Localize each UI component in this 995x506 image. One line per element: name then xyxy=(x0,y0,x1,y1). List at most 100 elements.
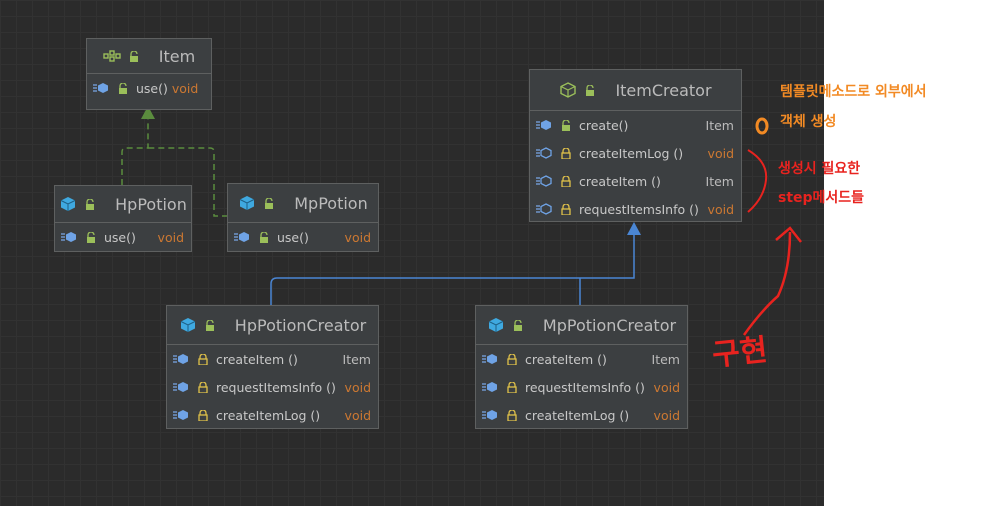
method-icon xyxy=(92,81,110,95)
method-return-type: Item xyxy=(705,173,734,189)
method-return-type: Item xyxy=(705,117,734,133)
mppotion-node-title: MpPotion xyxy=(294,193,368,213)
public-lock-icon xyxy=(114,81,132,95)
method-name: createItem () xyxy=(216,351,298,367)
method-icon xyxy=(233,230,251,244)
method-return-type: Item xyxy=(342,351,371,367)
method-row[interactable]: createItem () Item xyxy=(530,167,741,195)
method-row[interactable]: use() void xyxy=(55,223,191,251)
method-return-type: void xyxy=(344,229,371,245)
mppotioncreator-node-title: MpPotionCreator xyxy=(542,315,677,335)
method-row[interactable]: requestItemsInfo () void xyxy=(167,373,378,401)
public-lock-icon xyxy=(260,196,278,210)
hppotion-node-title: HpPotion xyxy=(115,194,187,214)
public-lock-icon xyxy=(81,197,99,211)
template-method-note-line1: 템플릿메소드로 외부에서 xyxy=(780,84,927,100)
method-return-type: void xyxy=(707,201,734,217)
item-node-title: Item xyxy=(158,46,196,66)
hppotioncreator-node-header: HpPotionCreator xyxy=(167,306,378,345)
protected-lock-icon xyxy=(194,352,212,366)
method-name: use() xyxy=(136,80,168,96)
hppotioncreator-class-node[interactable]: HpPotionCreator createItem () Item reque… xyxy=(166,305,379,429)
method-row[interactable]: createItemLog () void xyxy=(167,401,378,429)
method-return-type: void xyxy=(653,379,680,395)
method-name: create() xyxy=(579,117,629,133)
method-return-type: void xyxy=(171,80,199,96)
interface-icon xyxy=(103,49,121,63)
step-methods-note-line2: step메서드들 xyxy=(778,190,865,206)
method-icon xyxy=(172,408,190,422)
method-row[interactable]: create() Item xyxy=(530,111,741,139)
step-methods-note-line1: 생성시 필요한 xyxy=(778,161,861,177)
inherit-edge-hppotion xyxy=(121,117,149,185)
method-icon xyxy=(60,230,78,244)
class-icon xyxy=(179,318,197,332)
item-interface-node[interactable]: Item use() void xyxy=(86,38,212,110)
abstract-method-icon xyxy=(535,174,553,188)
method-name: requestItemsInfo () xyxy=(579,201,699,217)
mppotioncreator-class-node[interactable]: MpPotionCreator createItem () Item reque… xyxy=(475,305,688,429)
class-icon xyxy=(59,197,77,211)
method-row[interactable]: requestItemsInfo () void xyxy=(476,373,687,401)
method-return-type: void xyxy=(157,229,184,245)
protected-lock-icon xyxy=(503,408,521,422)
item-node-header: Item xyxy=(87,39,211,74)
method-name: requestItemsInfo () xyxy=(216,379,336,395)
template-method-note-line2: 객체 생성 xyxy=(780,114,837,130)
method-return-type: void xyxy=(344,407,371,423)
method-return-type: Item xyxy=(651,351,680,367)
implement-arrowhead xyxy=(627,222,641,235)
method-icon xyxy=(535,118,553,132)
protected-lock-icon xyxy=(557,146,575,160)
method-row[interactable]: requestItemsInfo () void xyxy=(530,195,741,223)
method-name: createItemLog () xyxy=(525,407,630,423)
method-return-type: void xyxy=(653,407,680,423)
method-name: createItemLog () xyxy=(216,407,321,423)
protected-lock-icon xyxy=(503,380,521,394)
public-lock-icon xyxy=(201,318,219,332)
protected-lock-icon xyxy=(194,380,212,394)
class-icon xyxy=(487,318,505,332)
method-row[interactable]: use() void xyxy=(87,74,211,102)
itemcreator-abstract-node[interactable]: ItemCreator create() Item createItemLog … xyxy=(529,69,742,222)
mppotion-class-node[interactable]: MpPotion use() void xyxy=(227,183,379,252)
method-name: createItemLog () xyxy=(579,145,684,161)
method-name: use() xyxy=(277,229,309,245)
public-lock-icon xyxy=(557,118,575,132)
method-row[interactable]: createItemLog () void xyxy=(530,139,741,167)
protected-lock-icon xyxy=(503,352,521,366)
hppotioncreator-node-title: HpPotionCreator xyxy=(234,315,367,335)
method-icon xyxy=(481,408,499,422)
method-return-type: void xyxy=(344,379,371,395)
public-lock-icon xyxy=(255,230,273,244)
method-icon xyxy=(481,380,499,394)
method-row[interactable]: createItemLog () void xyxy=(476,401,687,429)
protected-lock-icon xyxy=(557,202,575,216)
class-icon xyxy=(238,196,256,210)
abstract-class-icon xyxy=(559,82,577,98)
hppotion-class-node[interactable]: HpPotion use() void xyxy=(54,185,192,252)
itemcreator-node-header: ItemCreator xyxy=(530,70,741,111)
public-lock-icon xyxy=(125,49,143,63)
method-row[interactable]: createItem () Item xyxy=(167,345,378,373)
protected-lock-icon xyxy=(557,174,575,188)
abstract-method-icon xyxy=(535,202,553,216)
protected-lock-icon xyxy=(194,408,212,422)
method-name: requestItemsInfo () xyxy=(525,379,645,395)
method-name: use() xyxy=(104,229,136,245)
mppotion-node-header: MpPotion xyxy=(228,184,378,223)
method-return-type: void xyxy=(707,145,734,161)
method-icon xyxy=(481,352,499,366)
abstract-method-icon xyxy=(535,146,553,160)
public-lock-icon xyxy=(82,230,100,244)
hppotion-node-header: HpPotion xyxy=(55,186,191,223)
method-row[interactable]: use() void xyxy=(228,223,378,251)
method-row[interactable]: createItem () Item xyxy=(476,345,687,373)
method-icon xyxy=(172,380,190,394)
public-lock-icon xyxy=(581,83,599,97)
mppotioncreator-node-header: MpPotionCreator xyxy=(476,306,687,345)
method-name: createItem () xyxy=(579,173,661,189)
public-lock-icon xyxy=(509,318,527,332)
method-icon xyxy=(172,352,190,366)
method-name: createItem () xyxy=(525,351,607,367)
